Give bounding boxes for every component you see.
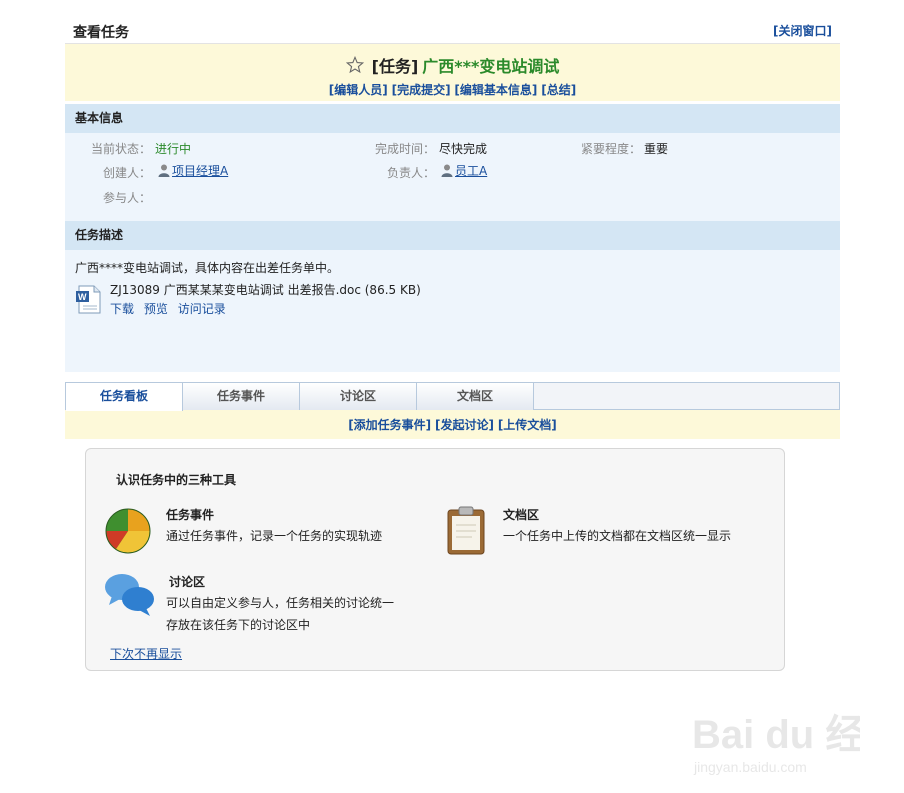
task-actions: [编辑人员] [完成提交] [编辑基本信息] [总结] — [65, 81, 840, 98]
document-area-title: 文档区 — [503, 508, 540, 522]
tools-intro-panel: 认识任务中的三种工具 任务事件 通过任务事件，记录一个任务的实现轨迹 文档区 一… — [85, 448, 785, 671]
task-events-desc: 通过任务事件，记录一个任务的实现轨迹 — [166, 529, 383, 543]
task-name: 广西***变电站调试 — [422, 57, 560, 76]
description-body: 广西****变电站调试，具体内容在出差任务单中。 W ZJ13089 广西某某某… — [65, 250, 840, 372]
basic-info-body: 当前状态： 进行中 完成时间： 尽快完成 紧要程度： 重要 创建人： 项目经理A… — [65, 133, 840, 221]
add-task-event-link[interactable]: [添加任务事件] — [348, 418, 431, 432]
tab-actions: [添加任务事件] [发起讨论] [上传文档] — [65, 410, 840, 439]
close-window-link[interactable]: [关闭窗口] — [773, 22, 832, 39]
description-heading: 任务描述 — [65, 221, 840, 250]
task-tabs: 任务看板 任务事件 讨论区 文档区 — [65, 382, 840, 411]
tab-task-events[interactable]: 任务事件 — [183, 383, 300, 410]
tab-discussion[interactable]: 讨论区 — [300, 383, 417, 410]
clipboard-icon — [447, 506, 485, 555]
discussion-area-desc-2: 存放在该任务下的讨论区中 — [166, 618, 311, 632]
complete-submit-link[interactable]: [完成提交] — [392, 83, 451, 97]
owner-label: 负责人： — [386, 166, 435, 180]
summary-link[interactable]: [总结] — [541, 83, 576, 97]
user-icon — [441, 164, 453, 177]
start-discussion-link[interactable]: [发起讨论] — [435, 418, 494, 432]
watermark-url: jingyan.baidu.com — [693, 759, 807, 775]
task-title-box: [任务] 广西***变电站调试 [编辑人员] [完成提交] [编辑基本信息] [总… — [65, 44, 840, 101]
baidu-jingyan-watermark: Bai du 经验 jingyan.baidu.com — [692, 713, 860, 775]
discussion-area-title: 讨论区 — [169, 575, 206, 589]
task-events-title: 任务事件 — [166, 508, 215, 522]
creator-label: 创建人： — [102, 166, 151, 180]
task-type-label: [任务] — [371, 57, 419, 76]
basic-info-heading: 基本信息 — [65, 104, 840, 133]
urgency-value: 重要 — [644, 142, 669, 156]
creator-link[interactable]: 项目经理A — [158, 162, 228, 179]
user-icon — [158, 164, 170, 177]
svg-text:W: W — [78, 292, 87, 302]
page-title: 查看任务 — [73, 25, 129, 41]
creator-name: 项目经理A — [172, 164, 229, 178]
watermark-text: Bai du 经验 — [692, 713, 860, 757]
tab-documents[interactable]: 文档区 — [417, 383, 534, 410]
participants-label: 参与人： — [102, 191, 151, 205]
preview-link[interactable]: 预览 — [144, 302, 168, 316]
tools-heading: 认识任务中的三种工具 — [116, 473, 237, 487]
star-icon[interactable] — [345, 56, 364, 74]
status-label: 当前状态： — [90, 142, 151, 156]
word-doc-icon: W — [76, 285, 101, 314]
dont-show-again-link[interactable]: 下次不再显示 — [110, 645, 182, 662]
complete-time-label: 完成时间： — [374, 142, 435, 156]
edit-members-link[interactable]: [编辑人员] — [329, 83, 388, 97]
owner-link[interactable]: 员工A — [441, 162, 487, 179]
discussion-area-desc-1: 可以自由定义参与人，任务相关的讨论统一 — [166, 596, 395, 610]
edit-basic-info-link[interactable]: [编辑基本信息] — [454, 83, 537, 97]
pie-chart-icon — [105, 508, 151, 554]
status-value: 进行中 — [155, 142, 192, 156]
description-text: 广西****变电站调试，具体内容在出差任务单中。 — [75, 261, 340, 275]
owner-name: 员工A — [455, 164, 488, 178]
top-bar: 查看任务 [关闭窗口] — [65, 0, 840, 44]
urgency-label: 紧要程度： — [580, 142, 641, 156]
task-title-line: [任务] 广西***变电站调试 — [65, 53, 840, 77]
attachment-actions: 下载 预览 访问记录 — [110, 300, 232, 317]
tab-task-board[interactable]: 任务看板 — [66, 383, 183, 411]
complete-time-value: 尽快完成 — [439, 142, 488, 156]
document-area-desc: 一个任务中上传的文档都在文档区统一显示 — [503, 529, 732, 543]
task-view-page: 查看任务 [关闭窗口] [任务] 广西***变电站调试 [编辑人员] [完成提交]… — [65, 0, 840, 439]
access-log-link[interactable]: 访问记录 — [178, 302, 226, 316]
chat-bubbles-icon — [105, 574, 154, 616]
attachment-file-name: ZJ13089 广西某某某变电站调试 出差报告.doc (86.5 KB) — [110, 283, 421, 297]
download-link[interactable]: 下载 — [110, 302, 134, 316]
upload-document-link[interactable]: [上传文档] — [498, 418, 557, 432]
